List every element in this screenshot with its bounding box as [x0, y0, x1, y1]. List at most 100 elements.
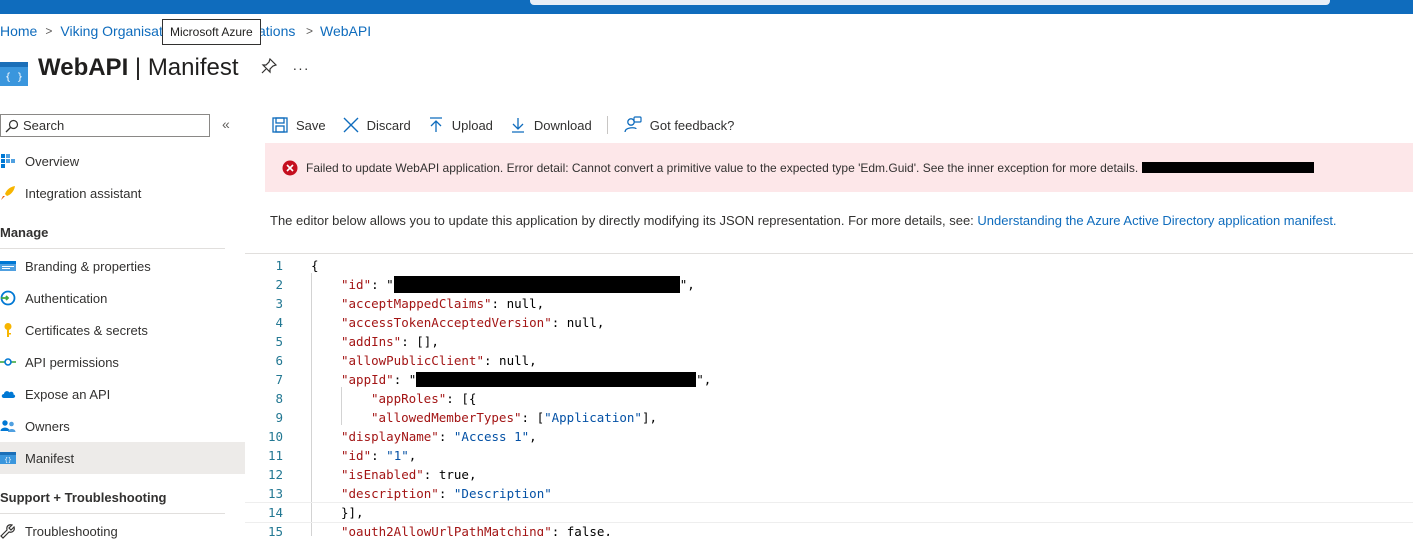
- pin-icon[interactable]: [261, 57, 277, 79]
- section-support: Support + Troubleshooting: [0, 490, 167, 505]
- save-button[interactable]: Save: [272, 117, 326, 133]
- overview-icon: [0, 153, 16, 169]
- sidebar-item-api-permissions[interactable]: API permissions: [0, 346, 245, 378]
- redaction: [393, 276, 680, 293]
- sidebar-item-label: Owners: [25, 418, 70, 434]
- sidebar-item-branding[interactable]: Branding & properties: [0, 250, 245, 282]
- code-line: 13 "description": "Description": [267, 486, 552, 501]
- download-button[interactable]: Download: [510, 117, 592, 133]
- code-line: 4 "accessTokenAcceptedVersion": null,: [275, 315, 605, 330]
- sidebar-item-certificates[interactable]: Certificates & secrets: [0, 314, 245, 346]
- svg-text:{}: {}: [4, 457, 11, 464]
- upload-button[interactable]: Upload: [428, 117, 493, 133]
- feedback-icon: [624, 116, 642, 134]
- close-icon: [343, 117, 359, 133]
- sidebar-item-manifest[interactable]: {} Manifest: [0, 442, 245, 474]
- page-title: WebAPI | Manifest: [38, 54, 239, 82]
- collapse-sidebar-icon[interactable]: «: [222, 116, 230, 132]
- svg-text:{ }: { }: [5, 72, 23, 83]
- discard-label: Discard: [366, 117, 411, 133]
- sidebar-item-troubleshooting[interactable]: Troubleshooting: [0, 515, 245, 547]
- error-message: Failed to update WebAPI application. Err…: [306, 160, 1139, 175]
- redaction: [1142, 162, 1315, 173]
- toolbar-divider: [606, 116, 608, 134]
- cloud-icon: [0, 386, 16, 402]
- sidebar-item-label: Integration assistant: [25, 185, 142, 201]
- manifest-icon: {}: [0, 450, 16, 466]
- branding-icon: [0, 258, 16, 274]
- code-line: 7 "appId": " ",: [275, 372, 712, 387]
- portal-top-bar: [0, 0, 1413, 14]
- redaction: [416, 372, 697, 387]
- sidebar-item-label: API permissions: [25, 354, 119, 370]
- rocket-icon: [0, 185, 16, 201]
- save-label: Save: [296, 117, 326, 133]
- page-title-separator: |: [134, 54, 142, 81]
- search-input[interactable]: [23, 118, 193, 133]
- upload-icon: [428, 117, 444, 133]
- code-line: 1{: [275, 258, 319, 273]
- sidebar-item-overview[interactable]: Overview: [0, 145, 245, 177]
- feedback-label: Got feedback?: [649, 117, 735, 133]
- tooltip: Microsoft Azure: [162, 19, 261, 45]
- sidebar-item-label: Authentication: [25, 290, 108, 306]
- code-line: 6 "allowPublicClient": null,: [275, 353, 537, 368]
- error-icon: [282, 160, 298, 176]
- sidebar-search[interactable]: [0, 114, 210, 137]
- command-bar: Save Discard Upload Download Got feedbac…: [272, 114, 751, 136]
- page-header: { } WebAPI | Manifest ···: [0, 50, 310, 86]
- divider: [0, 248, 225, 249]
- sidebar-item-expose-api[interactable]: Expose an API: [0, 378, 245, 410]
- sidebar-item-authentication[interactable]: Authentication: [0, 282, 245, 314]
- code-line: 3 "acceptMappedClaims": null,: [275, 296, 545, 311]
- sidebar-item-label: Certificates & secrets: [25, 322, 148, 338]
- page-title-page: Manifest: [147, 54, 239, 81]
- download-icon: [510, 117, 526, 133]
- breadcrumb-current[interactable]: WebAPI: [320, 23, 371, 39]
- error-notification: Failed to update WebAPI application. Err…: [265, 143, 1413, 192]
- code-line-current: 14}],: [245, 502, 1413, 523]
- authentication-icon: [0, 290, 16, 306]
- editor-description: The editor below allows you to update th…: [270, 213, 1337, 228]
- save-icon: [272, 117, 288, 133]
- code-line: 5 "addIns": [],: [275, 334, 439, 349]
- sidebar-item-label: Overview: [25, 153, 80, 169]
- global-search-strip[interactable]: [530, 0, 1330, 5]
- divider: [0, 513, 225, 514]
- code-line: 11 "id": "1",: [267, 448, 417, 463]
- code-line: 15 "oauth2AllowUrlPathMatching": false,: [267, 524, 612, 536]
- code-line: 10 "displayName": "Access 1",: [267, 429, 537, 444]
- sidebar-item-integration-assistant[interactable]: Integration assistant: [0, 177, 245, 209]
- description-text: The editor below allows you to update th…: [270, 213, 978, 228]
- more-options-icon[interactable]: ···: [293, 60, 310, 76]
- manifest-docs-link[interactable]: Understanding the Azure Active Directory…: [977, 213, 1336, 228]
- chevron-right-icon: >: [45, 24, 53, 38]
- code-line: 12 "isEnabled": true,: [267, 467, 477, 482]
- sidebar-item-label: Manifest: [25, 450, 75, 466]
- wrench-icon: [0, 523, 16, 539]
- sidebar: « Overview Integration assistant Manage …: [0, 110, 245, 539]
- sidebar-item-owners[interactable]: Owners: [0, 410, 245, 442]
- page-title-app: WebAPI: [38, 54, 129, 81]
- upload-label: Upload: [451, 117, 493, 133]
- app-registration-icon: { }: [0, 60, 28, 88]
- search-icon: [5, 119, 19, 133]
- section-manage: Manage: [0, 225, 49, 240]
- sidebar-item-label: Troubleshooting: [25, 523, 118, 539]
- sidebar-item-label: Branding & properties: [25, 258, 151, 274]
- feedback-button[interactable]: Got feedback?: [624, 116, 735, 134]
- owners-icon: [0, 418, 16, 434]
- download-label: Download: [533, 117, 592, 133]
- breadcrumb-middle-start: Viking Organisat: [60, 23, 163, 39]
- code-line: 2 "id": " ",: [275, 276, 695, 293]
- breadcrumb-middle-end[interactable]: ations: [258, 23, 295, 39]
- sidebar-item-label: Expose an API: [25, 386, 111, 402]
- code-line: 8 "appRoles": [{: [275, 391, 477, 406]
- api-permissions-icon: [0, 354, 16, 370]
- chevron-right-icon: >: [306, 24, 314, 38]
- discard-button[interactable]: Discard: [343, 117, 411, 133]
- key-icon: [0, 322, 16, 338]
- breadcrumb-home[interactable]: Home: [0, 23, 37, 39]
- code-line: 9 "allowedMemberTypes": ["Application"],: [275, 410, 657, 425]
- json-editor[interactable]: 1{ 2 "id": " ", 3 "acceptMappedClaims": nul…: [245, 253, 1413, 536]
